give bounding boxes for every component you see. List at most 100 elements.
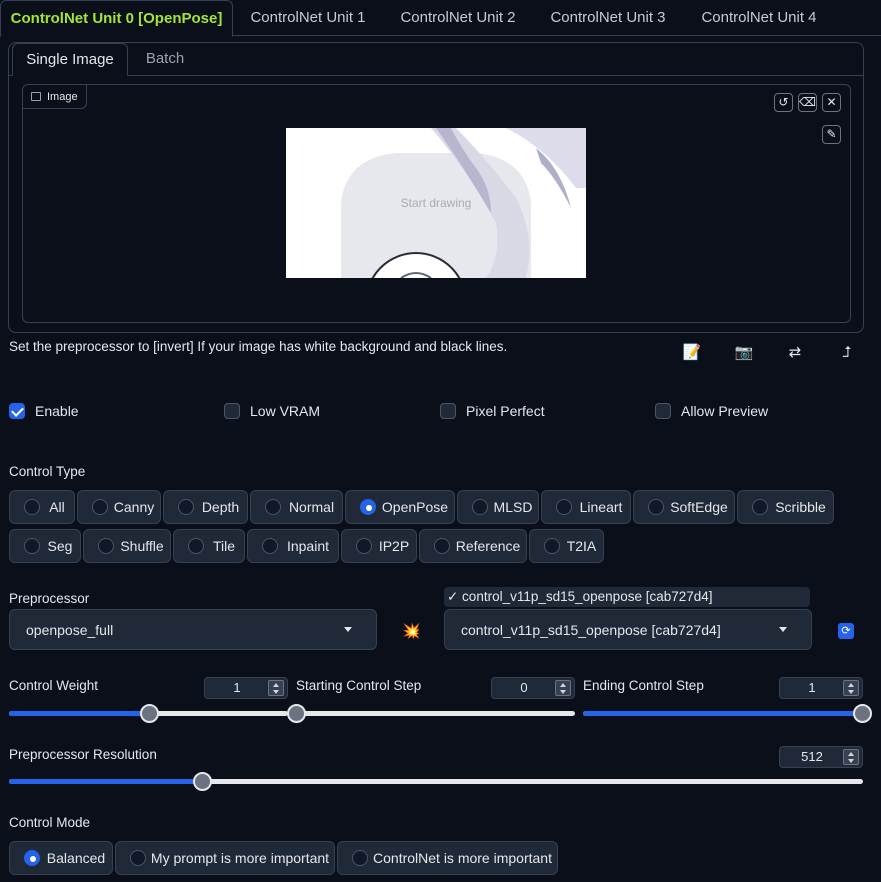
radio-dot-selected[interactable] [360,499,376,515]
control-type-lineart[interactable]: Lineart [541,490,631,524]
brush-icon[interactable]: ✎ [822,125,841,144]
option-label: ControlNet is more important [373,850,552,866]
preprocessor-resolution-slider[interactable] [9,772,863,791]
starting-step-label: Starting Control Step [296,678,422,693]
enable-checkbox[interactable]: Enable [9,402,79,420]
control-type-seg[interactable]: Seg [9,529,81,563]
allow-preview-check-box[interactable] [655,403,671,419]
starting-step-slider[interactable] [287,704,575,723]
option-label: Canny [113,499,155,515]
tab-single-image[interactable]: Single Image [12,43,128,76]
enable-check-box[interactable] [9,403,25,419]
radio-dot[interactable] [130,850,146,866]
send-icon[interactable]: ⮥ [836,343,858,363]
radio-dot[interactable] [178,499,194,515]
tab-unit-4[interactable]: ControlNet Unit 4 [687,0,831,36]
control-type-scribble[interactable]: Scribble [737,490,834,524]
chevron-down-icon [344,627,352,632]
control-type-softedge[interactable]: SoftEdge [633,490,735,524]
control-weight-input[interactable]: 1 [204,677,288,699]
control-type-shuffle[interactable]: Shuffle [83,529,171,563]
radio-dot[interactable] [262,538,278,554]
radio-dot[interactable] [92,499,108,515]
control-type-inpaint[interactable]: Inpaint [247,529,339,563]
explosion-icon[interactable]: 💥 [402,622,421,640]
radio-dot[interactable] [544,538,560,554]
control-type-openpose[interactable]: OpenPose [345,490,455,524]
spinner-icon[interactable] [555,680,571,696]
control-type-normal[interactable]: Normal [250,490,343,524]
ending-step-value: 1 [808,680,816,695]
radio-dot[interactable] [356,538,372,554]
ending-step-input[interactable]: 1 [779,677,863,699]
start-drawing-hint: Start drawing [400,196,472,210]
spinner-icon[interactable] [843,680,859,696]
control-type-depth[interactable]: Depth [163,490,248,524]
spinner-icon[interactable] [268,680,284,696]
tab-unit-3[interactable]: ControlNet Unit 3 [536,0,680,36]
control-type-tile[interactable]: Tile [173,529,245,563]
control-type-canny[interactable]: Canny [77,490,161,524]
radio-dot[interactable] [24,538,40,554]
radio-dot[interactable] [188,538,204,554]
option-label: Reference [455,538,521,554]
control-mode-balanced[interactable]: Balanced [9,841,113,875]
undo-icon[interactable]: ↺ [774,93,793,112]
option-label: MLSD [493,499,533,515]
swap-icon[interactable]: ⇄ [784,343,806,363]
radio-dot[interactable] [472,499,488,515]
control-weight-label: Control Weight [9,678,99,693]
radio-dot-selected[interactable] [24,850,40,866]
eraser-icon[interactable]: ⌫ [798,93,817,112]
slider-fill [9,779,202,784]
radio-dot[interactable] [24,499,40,515]
preprocessor-select[interactable]: openpose_full [9,609,377,650]
control-type-all[interactable]: All [9,490,75,524]
control-type-mlsd[interactable]: MLSD [457,490,539,524]
low-vram-check-box[interactable] [224,403,240,419]
allow-preview-checkbox[interactable]: Allow Preview [655,402,768,420]
radio-dot[interactable] [265,499,281,515]
slider-fill [583,711,862,716]
option-label: Inpaint [286,538,330,554]
tab-unit-2[interactable]: ControlNet Unit 2 [386,0,530,36]
preprocessor-label: Preprocessor [9,591,90,606]
uploaded-image[interactable]: Start drawing [286,128,586,278]
control-weight-slider[interactable] [9,704,288,723]
starting-step-input[interactable]: 0 [491,677,575,699]
pixel-perfect-check-box[interactable] [440,403,456,419]
option-label: Depth [201,499,240,515]
camera-icon[interactable]: 📷 [733,343,755,363]
radio-dot[interactable] [352,850,368,866]
control-type-reference[interactable]: Reference [419,529,527,563]
radio-dot[interactable] [752,499,768,515]
slider-thumb[interactable] [139,704,159,723]
control-mode-controlnet-important[interactable]: ControlNet is more important [337,841,558,875]
model-select[interactable]: control_v11p_sd15_openpose [cab727d4] [444,609,812,650]
tab-batch[interactable]: Batch [130,43,200,75]
radio-dot[interactable] [434,538,450,554]
ending-step-slider[interactable] [583,704,872,723]
radio-dot[interactable] [556,499,572,515]
close-icon[interactable]: ✕ [822,93,841,112]
control-mode-prompt-important[interactable]: My prompt is more important [115,841,335,875]
slider-thumb[interactable] [192,772,212,791]
tab-unit-1[interactable]: ControlNet Unit 1 [236,0,380,36]
slider-fill [9,711,149,716]
slider-thumb[interactable] [287,704,306,723]
control-type-ip2p[interactable]: IP2P [341,529,417,563]
spinner-icon[interactable] [843,749,859,765]
tab-unit-0[interactable]: ControlNet Unit 0 [OpenPose] [0,0,233,37]
low-vram-checkbox[interactable]: Low VRAM [224,402,320,420]
preprocessor-resolution-input[interactable]: 512 [779,746,863,768]
notepad-icon[interactable]: 📝 [681,343,703,363]
radio-dot[interactable] [98,538,114,554]
radio-dot[interactable] [648,499,664,515]
control-type-t2ia[interactable]: T2IA [529,529,604,563]
slider-thumb[interactable] [853,704,872,723]
model-selected-banner: ✓ control_v11p_sd15_openpose [cab727d4] [444,587,810,607]
pixel-perfect-checkbox[interactable]: Pixel Perfect [440,402,545,420]
refresh-icon[interactable]: ⟳ [838,623,854,639]
allow-preview-label: Allow Preview [681,403,769,419]
control-type-label: Control Type [9,464,86,479]
